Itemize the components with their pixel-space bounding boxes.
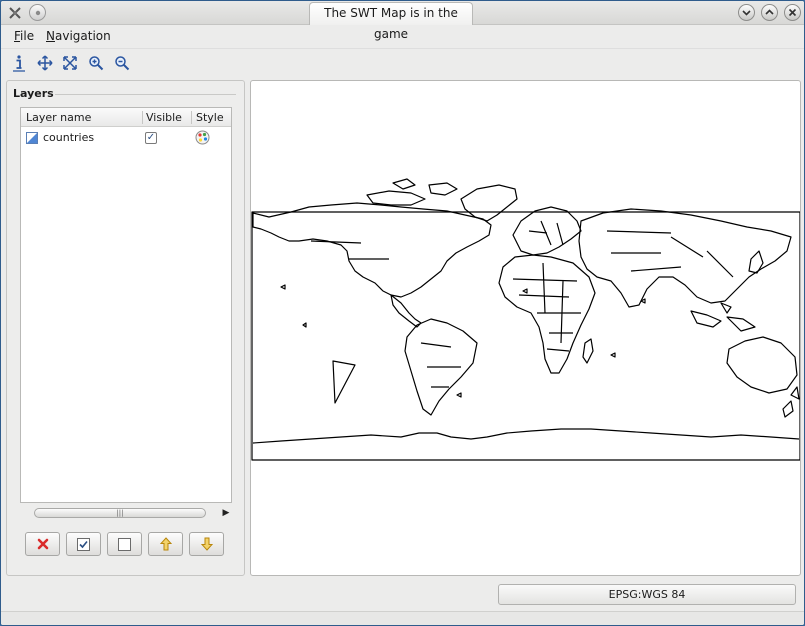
uncheck-all-button[interactable] bbox=[107, 532, 142, 556]
asia-outline bbox=[578, 208, 792, 308]
asia-borders bbox=[606, 230, 734, 278]
application-window: The SWT Map is in the game File Navigati… bbox=[0, 0, 805, 626]
check-all-icon bbox=[77, 537, 90, 551]
crs-status-button[interactable]: EPSG:WGS 84 bbox=[498, 584, 796, 605]
map-canvas[interactable] bbox=[250, 80, 801, 576]
small-islands-outline bbox=[280, 284, 646, 398]
scrollbar-track[interactable]: ||| bbox=[34, 508, 218, 518]
north-america-outline bbox=[252, 202, 492, 298]
column-separator bbox=[191, 111, 192, 124]
menu-navigation[interactable]: Navigation bbox=[46, 29, 111, 43]
layer-name: countries bbox=[43, 131, 95, 144]
column-separator bbox=[142, 111, 143, 124]
remove-layer-button[interactable] bbox=[25, 532, 60, 556]
maximize-button[interactable] bbox=[761, 4, 778, 21]
zoom-out-tool-button[interactable] bbox=[111, 52, 133, 74]
zoom-out-icon bbox=[115, 56, 130, 71]
status-bar bbox=[1, 611, 804, 625]
menu-file[interactable]: File bbox=[14, 29, 34, 43]
menu-bar: File Navigation bbox=[1, 26, 804, 46]
map-extent-frame bbox=[251, 211, 800, 461]
title-bar: The SWT Map is in the game bbox=[1, 1, 804, 41]
central-america-outline bbox=[390, 294, 422, 328]
scroll-right-arrow-icon[interactable]: ▶ bbox=[220, 506, 232, 520]
europe-outline bbox=[512, 206, 582, 256]
window-title: The SWT Map is in the game bbox=[309, 2, 473, 41]
north-america-borders bbox=[310, 240, 389, 260]
move-up-icon bbox=[159, 537, 172, 551]
remove-icon bbox=[37, 538, 48, 550]
africa-outline bbox=[498, 254, 596, 374]
new-zealand-outline bbox=[782, 386, 800, 418]
europe-borders bbox=[528, 220, 564, 246]
window-menu-icon[interactable] bbox=[29, 4, 46, 21]
southeast-asia-islands-outline bbox=[690, 302, 756, 332]
move-down-icon bbox=[200, 537, 213, 551]
layers-panel-title: Layers bbox=[13, 87, 58, 100]
south-america-borders bbox=[420, 342, 461, 388]
table-row[interactable]: countries ✓ bbox=[21, 129, 231, 147]
arctic-islands-outline bbox=[366, 178, 458, 206]
column-header-style[interactable]: Style bbox=[196, 111, 224, 124]
australia-outline bbox=[726, 336, 798, 394]
pan-tool-button[interactable] bbox=[34, 52, 56, 74]
chevron-down-icon bbox=[742, 10, 751, 16]
zoom-in-icon bbox=[89, 56, 104, 71]
zoom-extent-tool-button[interactable] bbox=[59, 52, 81, 74]
toolbar bbox=[1, 48, 804, 76]
info-tool-button[interactable] bbox=[8, 52, 30, 74]
world-map bbox=[251, 178, 800, 461]
app-icon[interactable] bbox=[6, 4, 23, 21]
antarctica-outline bbox=[252, 428, 800, 444]
layers-panel: Layers Layer name Visible Style countrie… bbox=[6, 80, 245, 576]
move-layer-down-button[interactable] bbox=[189, 532, 224, 556]
pacific-triangle-outline bbox=[332, 360, 356, 404]
minimize-button[interactable] bbox=[738, 4, 755, 21]
layer-type-icon bbox=[26, 132, 38, 147]
close-icon bbox=[788, 8, 797, 17]
check-all-button[interactable] bbox=[66, 532, 101, 556]
chevron-up-icon bbox=[765, 9, 774, 15]
madagascar-outline bbox=[582, 338, 594, 364]
move-layer-up-button[interactable] bbox=[148, 532, 183, 556]
africa-borders bbox=[512, 262, 581, 352]
column-header-layer-name[interactable]: Layer name bbox=[26, 111, 91, 124]
layer-button-row bbox=[25, 532, 225, 558]
scrollbar-thumb[interactable]: ||| bbox=[34, 508, 206, 518]
close-button[interactable] bbox=[784, 4, 801, 21]
column-header-visible[interactable]: Visible bbox=[146, 111, 182, 124]
zoom-extent-icon bbox=[63, 56, 77, 70]
uncheck-all-icon bbox=[118, 537, 131, 551]
layer-visible-checkbox[interactable]: ✓ bbox=[145, 132, 157, 144]
divider bbox=[55, 94, 236, 95]
pan-icon bbox=[37, 55, 53, 71]
palette-icon[interactable] bbox=[195, 130, 210, 148]
info-icon bbox=[13, 55, 25, 72]
horizontal-scrollbar[interactable]: ||| ▶ bbox=[20, 506, 232, 520]
layer-table-header: Layer name Visible Style bbox=[21, 108, 231, 127]
zoom-in-tool-button[interactable] bbox=[85, 52, 107, 74]
layer-table: Layer name Visible Style countries ✓ bbox=[20, 107, 232, 503]
